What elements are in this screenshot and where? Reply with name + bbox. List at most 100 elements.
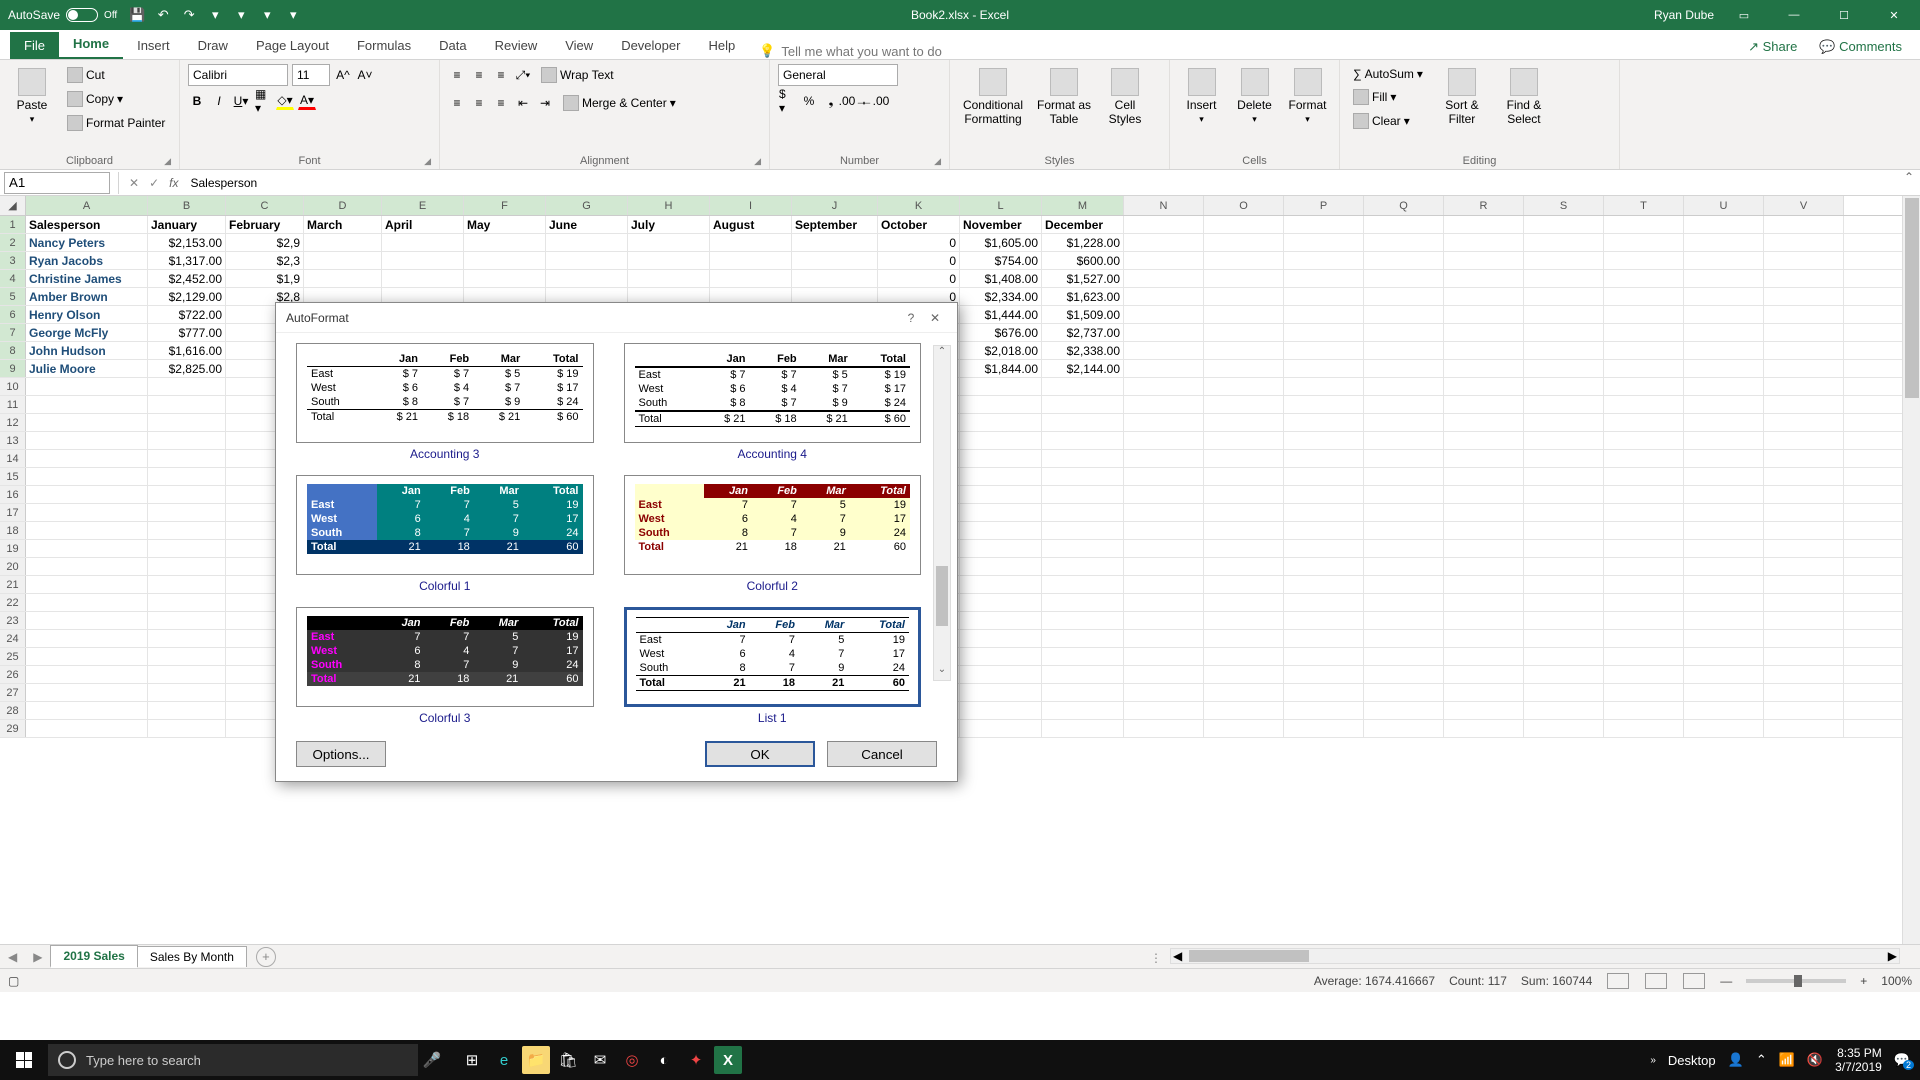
row-header[interactable]: 27 (0, 684, 26, 701)
cell[interactable] (1604, 396, 1684, 413)
cell[interactable] (148, 468, 226, 485)
qat-icon[interactable]: ▾ (231, 5, 251, 25)
cell[interactable] (1204, 360, 1284, 377)
options-button[interactable]: Options... (296, 741, 386, 767)
cell[interactable] (1444, 432, 1524, 449)
cell[interactable] (1284, 486, 1364, 503)
app-icon[interactable]: ✦ (682, 1046, 710, 1074)
cell[interactable] (1684, 252, 1764, 269)
dialog-launcher-icon[interactable]: ◢ (164, 156, 171, 167)
font-size-input[interactable] (292, 64, 330, 86)
cell[interactable] (148, 648, 226, 665)
cell[interactable] (1124, 396, 1204, 413)
cell[interactable] (464, 234, 546, 251)
cell[interactable] (26, 702, 148, 719)
comments-button[interactable]: 💬 Comments (1811, 35, 1910, 59)
cell[interactable] (1524, 396, 1604, 413)
cell[interactable] (1042, 504, 1124, 521)
tab-insert[interactable]: Insert (123, 32, 184, 59)
column-header[interactable]: P (1284, 196, 1364, 215)
cell[interactable] (1204, 558, 1284, 575)
redo-icon[interactable]: ↷ (179, 5, 199, 25)
column-header[interactable]: C (226, 196, 304, 215)
cell[interactable] (1124, 468, 1204, 485)
cell[interactable] (1684, 306, 1764, 323)
cell[interactable]: July (628, 216, 710, 233)
cell[interactable]: March (304, 216, 382, 233)
cell[interactable] (1764, 684, 1844, 701)
cell[interactable] (1042, 720, 1124, 737)
cell[interactable] (1684, 648, 1764, 665)
cell[interactable] (1684, 630, 1764, 647)
cell[interactable] (1364, 630, 1444, 647)
dialog-launcher-icon[interactable]: ◢ (934, 156, 941, 167)
cell[interactable] (1524, 288, 1604, 305)
cell[interactable] (1284, 234, 1364, 251)
cell[interactable] (382, 252, 464, 269)
row-header[interactable]: 12 (0, 414, 26, 431)
delete-cells-button[interactable]: Delete▾ (1231, 64, 1278, 129)
increase-decimal-icon[interactable]: .00→ (844, 92, 862, 110)
cell[interactable] (148, 414, 226, 431)
cell[interactable] (1604, 252, 1684, 269)
cell[interactable] (1124, 522, 1204, 539)
customize-qat-icon[interactable]: ▾ (283, 5, 303, 25)
cell[interactable] (1604, 648, 1684, 665)
cell[interactable] (1364, 396, 1444, 413)
cell[interactable] (1284, 522, 1364, 539)
wifi-icon[interactable]: 📶 (1779, 1052, 1795, 1068)
page-layout-view-icon[interactable] (1645, 973, 1667, 989)
cell[interactable]: $1,228.00 (1042, 234, 1124, 251)
cell[interactable] (1042, 666, 1124, 683)
cell[interactable] (710, 234, 792, 251)
cell[interactable] (1284, 630, 1364, 647)
cell[interactable] (1124, 342, 1204, 359)
cell[interactable] (1124, 630, 1204, 647)
cell[interactable]: $2,452.00 (148, 270, 226, 287)
cell[interactable] (960, 720, 1042, 737)
sheet-tab-active[interactable]: 2019 Sales (50, 945, 137, 968)
cell[interactable] (1444, 306, 1524, 323)
cell[interactable] (960, 540, 1042, 557)
cell[interactable] (1524, 630, 1604, 647)
align-left-icon[interactable]: ≡ (448, 94, 466, 112)
cell[interactable] (1524, 576, 1604, 593)
cell[interactable] (1444, 324, 1524, 341)
row-header[interactable]: 14 (0, 450, 26, 467)
column-header[interactable]: E (382, 196, 464, 215)
cell[interactable] (710, 252, 792, 269)
cell[interactable] (1604, 468, 1684, 485)
merge-center-button[interactable]: Merge & Center ▾ (558, 92, 681, 114)
row-header[interactable]: 11 (0, 396, 26, 413)
cell[interactable] (1604, 216, 1684, 233)
cell[interactable] (26, 504, 148, 521)
cell[interactable]: Julie Moore (26, 360, 148, 377)
cell[interactable] (1444, 486, 1524, 503)
file-explorer-icon[interactable]: 📁 (522, 1046, 550, 1074)
cell[interactable] (1684, 432, 1764, 449)
cell[interactable] (1684, 576, 1764, 593)
cell[interactable] (1124, 450, 1204, 467)
cell[interactable] (1444, 378, 1524, 395)
cell[interactable] (1684, 414, 1764, 431)
cell[interactable] (1764, 324, 1844, 341)
format-cells-button[interactable]: Format▾ (1284, 64, 1331, 129)
cell[interactable] (1684, 594, 1764, 611)
cell[interactable] (1524, 522, 1604, 539)
cell[interactable] (1764, 468, 1844, 485)
row-header[interactable]: 16 (0, 486, 26, 503)
cell[interactable]: $1,605.00 (960, 234, 1042, 251)
cell[interactable] (960, 648, 1042, 665)
tray-chevron-icon[interactable]: ⌃ (1756, 1052, 1767, 1068)
cell[interactable] (1444, 270, 1524, 287)
cell[interactable] (1284, 720, 1364, 737)
cell[interactable] (1524, 612, 1604, 629)
cell[interactable] (1524, 504, 1604, 521)
cell[interactable] (1604, 540, 1684, 557)
cell[interactable] (304, 270, 382, 287)
column-header[interactable]: L (960, 196, 1042, 215)
cell[interactable] (1124, 666, 1204, 683)
cell[interactable] (1364, 594, 1444, 611)
cell[interactable] (1524, 558, 1604, 575)
cell[interactable] (628, 234, 710, 251)
